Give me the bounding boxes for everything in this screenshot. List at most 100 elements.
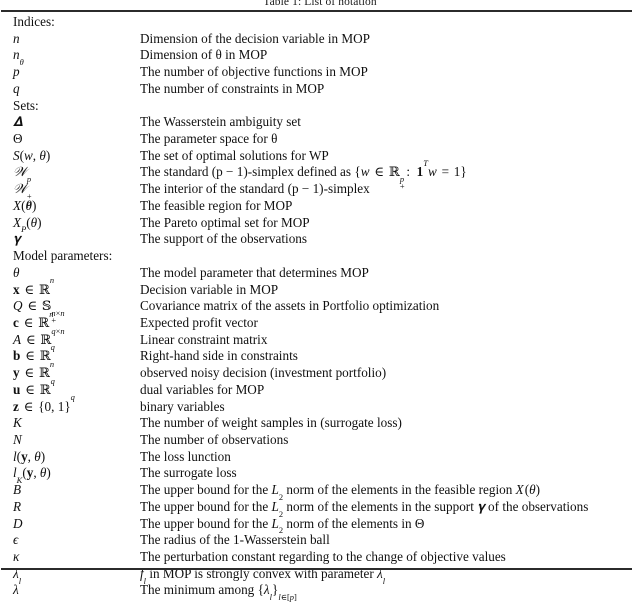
symbol-script-w-p: 𝒲p [13,165,32,185]
symbol-theta: θ [13,264,20,280]
description-text: norm of the elements in [286,515,412,531]
description: The set of optimal solutions for WP [140,147,329,163]
table-row: θ The model parameter that determines MO… [0,265,640,282]
description: Linear constraint matrix [140,331,268,347]
description: The Pareto optimal set for MOP [140,214,310,230]
description: The support of the observations [140,231,308,247]
description: dual variables for MOP [140,381,265,397]
section-header-sets: Sets: [0,98,640,115]
symbol-loss-function: l(y, θ) [13,448,46,464]
description: The standard (p − 1)-simplex defined as … [140,158,467,191]
description-text: The minimum among [140,582,255,598]
section-header-indices: Indices: [0,14,640,31]
description: The upper bound for the L2 norm of the e… [140,498,589,519]
table-row: n Dimension of the decision variable in … [0,31,640,48]
table-row: B The upper bound for the L2 norm of the… [0,482,640,502]
symbol-capital-theta: Θ [13,131,23,147]
table-row: 𝒲p The standard (p − 1)-simplex defined … [0,158,640,191]
description-text: norm of the elements in the feasible reg… [286,482,513,498]
table-row: u ∈ ℝq dual variables for MOP [0,376,640,399]
table-row: R The upper bound for the L2 norm of the… [0,498,640,519]
symbol-x-theta: X(θ) [13,197,37,213]
table-row: XP(θ) The Pareto optimal set for MOP [0,214,640,235]
description: observed noisy decision (investment port… [140,365,387,381]
symbol-script-p: 𝚫 [13,115,23,131]
table-row: D The upper bound for the L2 norm of the… [0,515,640,536]
section-header-model-parameters: Model parameters: [0,248,640,265]
description: The number of observations [140,431,289,447]
symbol-q: q [13,80,20,96]
description: The surrogate loss [140,465,237,481]
description: The number of weight samples in (surroga… [140,415,402,431]
description: The radius of the 1-Wasserstein ball [140,532,330,548]
symbol-d-capital: D [13,515,23,531]
table-row: S(w, θ) The set of optimal solutions for… [0,148,640,165]
table-row: z ∈ {0, 1}q binary variables [0,392,640,416]
symbol-bold-b-in-rq: b ∈ ℝq [13,342,55,364]
description: The model parameter that determines MOP [140,264,369,280]
table-row: Q ∈ 𝕊n×n + Covariance matrix of the asset… [0,298,640,325]
table-row: p The number of objective functions in M… [0,64,640,81]
table-row: c ∈ ℝn Expected profit vector [0,308,640,332]
description: Right-hand side in constraints [140,348,298,364]
description-text: The upper bound for the [140,515,269,531]
description: The upper bound for the L2 norm of the e… [140,482,541,502]
table-row: 𝒲 + p The interior of the standard (p − 1)… [0,181,640,208]
symbol-bold-z-in-01q: z ∈ {0, 1}q [13,392,75,414]
description: The Wasserstein ambiguity set [140,114,301,130]
table-row: X(θ) The feasible region for MOP [0,198,640,215]
symbol-bold-c-in-rn: c ∈ ℝn [13,308,54,330]
section-label-indices: Indices: [13,14,55,29]
symbol-r-capital: R [13,498,22,514]
description-text: norm of the elements in the support [286,498,474,514]
table-row: l(y, θ) The loss lunction [0,449,640,466]
description-text: The upper bound for the [140,482,269,498]
symbol-bold-x-in-rn: x ∈ ℝn [13,275,55,297]
table-bottom-rule [1,568,632,570]
symbol-x-p-theta: XP(θ) [13,214,42,235]
symbol-k: K [13,415,22,431]
symbol-kappa: κ [13,549,20,564]
section-label-sets: Sets: [13,97,39,113]
symbol-epsilon: ϵ [13,532,19,548]
description: The upper bound for the L2 norm of the e… [140,515,425,536]
table-row: 𝚫 The Wasserstein ambiguity set [0,114,640,131]
table-row: b ∈ ℝq Right-hand side in constraints [0,342,640,365]
symbol-n: n [13,30,20,46]
table-row: N The number of observations [0,432,640,449]
description: The minimum among {λl}l∈[p] [140,582,297,602]
description: Expected profit vector [140,314,258,330]
symbol-bold-y-in-rn: y ∈ ℝn [13,358,55,381]
description: Dimension of θ in MOP [140,47,268,63]
symbol-script-w-p-plus: 𝒲 + p [13,182,32,208]
description: Decision variable in MOP [140,281,279,297]
description: The perturbation constant regarding to t… [140,549,506,564]
description: The parameter space for θ [140,131,278,147]
symbol-a-in-r-qxn: A ∈ ℝq×n [13,325,65,347]
table-row: A ∈ ℝq×n Linear constraint matrix [0,325,640,349]
description: Covariance matrix of the assets in Portf… [140,298,440,314]
description: Dimension of the decision variable in MO… [140,30,371,46]
description: The interior of the standard (p − 1)-sim… [140,181,370,197]
table-row: Θ The parameter space for θ [0,131,640,148]
table-row: y ∈ ℝn observed noisy decision (investme… [0,358,640,382]
table-row: q The number of constraints in MOP [0,81,640,98]
symbol-q-in-s-nxn: Q ∈ 𝕊n×n + [13,298,65,325]
description: The number of objective functions in MOP [140,64,368,80]
table-body: Indices: n Dimension of the decision var… [0,14,640,602]
table-row: κ The perturbation constant regarding to… [0,549,640,566]
table-row: 𝛄 The support of the observations [0,231,640,248]
description-text: The upper bound for the [140,498,269,514]
description: The loss lunction [140,448,231,464]
symbol-n-capital: N [13,431,22,447]
symbol-n-theta: nθ [13,47,24,68]
description-text: of the observations [488,498,589,514]
symbol-surrogate-loss: lK(y, θ) [13,465,51,486]
notation-table-page: Table 1: List of notation Indices: n Dim… [0,0,640,601]
table-caption: Table 1: List of notation [263,0,377,8]
table-row: lK(y, θ) The surrogate loss [0,465,640,486]
table-row: ϵ The radius of the 1-Wasserstein ball [0,532,640,549]
description: The feasible region for MOP [140,197,293,213]
section-label-model-parameters: Model parameters: [13,248,113,264]
symbol-s-w-theta: S(w, θ) [13,147,51,163]
